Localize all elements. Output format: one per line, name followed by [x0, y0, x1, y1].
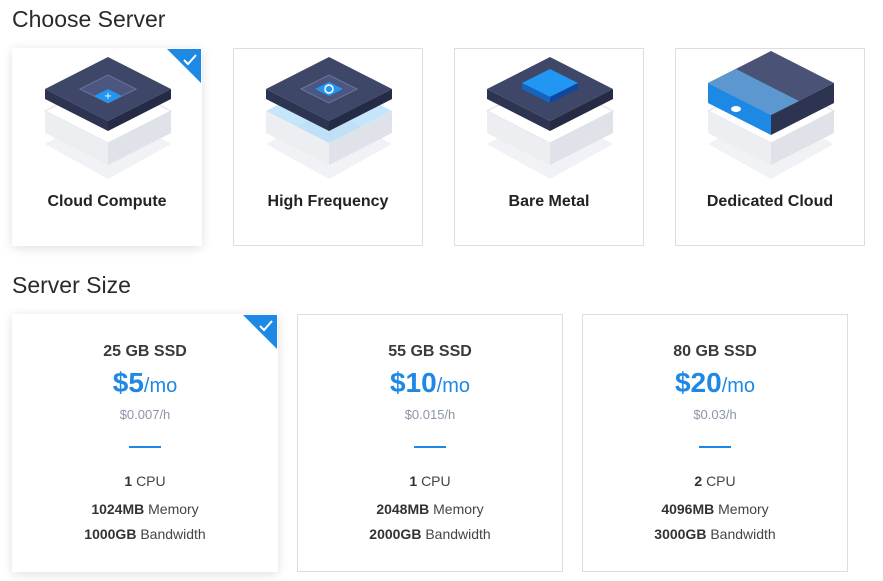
svg-text:+: + [104, 91, 112, 102]
plan-memory: 1024MB Memory [91, 501, 199, 517]
plan-memory: 4096MB Memory [661, 501, 769, 517]
plan-price-period: /mo [436, 375, 471, 397]
divider [129, 446, 161, 448]
plan-storage: 80 GB SSD [673, 343, 757, 360]
high-frequency-illustration [266, 57, 392, 179]
server-card-high-frequency[interactable]: High Frequency [233, 48, 423, 246]
plan-storage: 25 GB SSD [103, 343, 187, 360]
server-card-label: Dedicated Cloud [706, 193, 834, 210]
server-card-label: Cloud Compute [47, 193, 167, 210]
plan-hourly-price: $0.015/h [404, 407, 456, 422]
server-card-bare-metal[interactable]: Bare Metal [454, 48, 644, 246]
plan-cpu: 2 CPU [694, 473, 736, 489]
plan-hourly-price: $0.007/h [119, 407, 171, 422]
plan-bandwidth: 1000GB Bandwidth [84, 526, 206, 542]
server-size-title: Server Size [12, 272, 131, 298]
dedicated-cloud-illustration [706, 51, 836, 179]
plan-memory: 2048MB Memory [376, 501, 484, 517]
size-card-55gb[interactable]: 55 GB SSD $10/mo $0.015/h 1 CPU 2048MB M… [297, 314, 563, 572]
plan-price: $10/mo [298, 367, 562, 399]
plan-price-period: /mo [721, 375, 756, 397]
server-card-label: High Frequency [267, 193, 389, 210]
size-card-80gb[interactable]: 80 GB SSD $20/mo $0.03/h 2 CPU 4096MB Me… [582, 314, 848, 572]
server-card-label: Bare Metal [508, 193, 590, 210]
choose-server-title: Choose Server [12, 6, 166, 32]
plan-bandwidth: 3000GB Bandwidth [654, 526, 776, 542]
plan-storage: 55 GB SSD [388, 343, 472, 360]
divider [699, 446, 731, 448]
plan-hourly-price: $0.03/h [693, 407, 737, 422]
plan-price: $20/mo [583, 367, 847, 399]
divider [414, 446, 446, 448]
plan-price-amount: $10 [389, 367, 437, 398]
server-card-dedicated-cloud[interactable]: Dedicated Cloud [675, 48, 865, 246]
plan-price-amount: $5 [112, 367, 144, 398]
server-card-cloud-compute[interactable]: + Cloud Compute [12, 48, 202, 246]
checkmark-icon [243, 315, 277, 349]
plan-price-amount: $20 [674, 367, 722, 398]
plan-bandwidth: 2000GB Bandwidth [369, 526, 491, 542]
checkmark-icon [167, 49, 201, 83]
plan-cpu: 1 CPU [124, 473, 166, 489]
plan-cpu: 1 CPU [409, 473, 451, 489]
plan-price: $5/mo [13, 367, 277, 399]
cloud-compute-illustration: + [43, 57, 173, 179]
plan-price-period: /mo [143, 375, 178, 397]
bare-metal-illustration [485, 57, 615, 179]
size-card-25gb[interactable]: 25 GB SSD $5/mo $0.007/h 1 CPU 1024MB Me… [12, 314, 278, 572]
